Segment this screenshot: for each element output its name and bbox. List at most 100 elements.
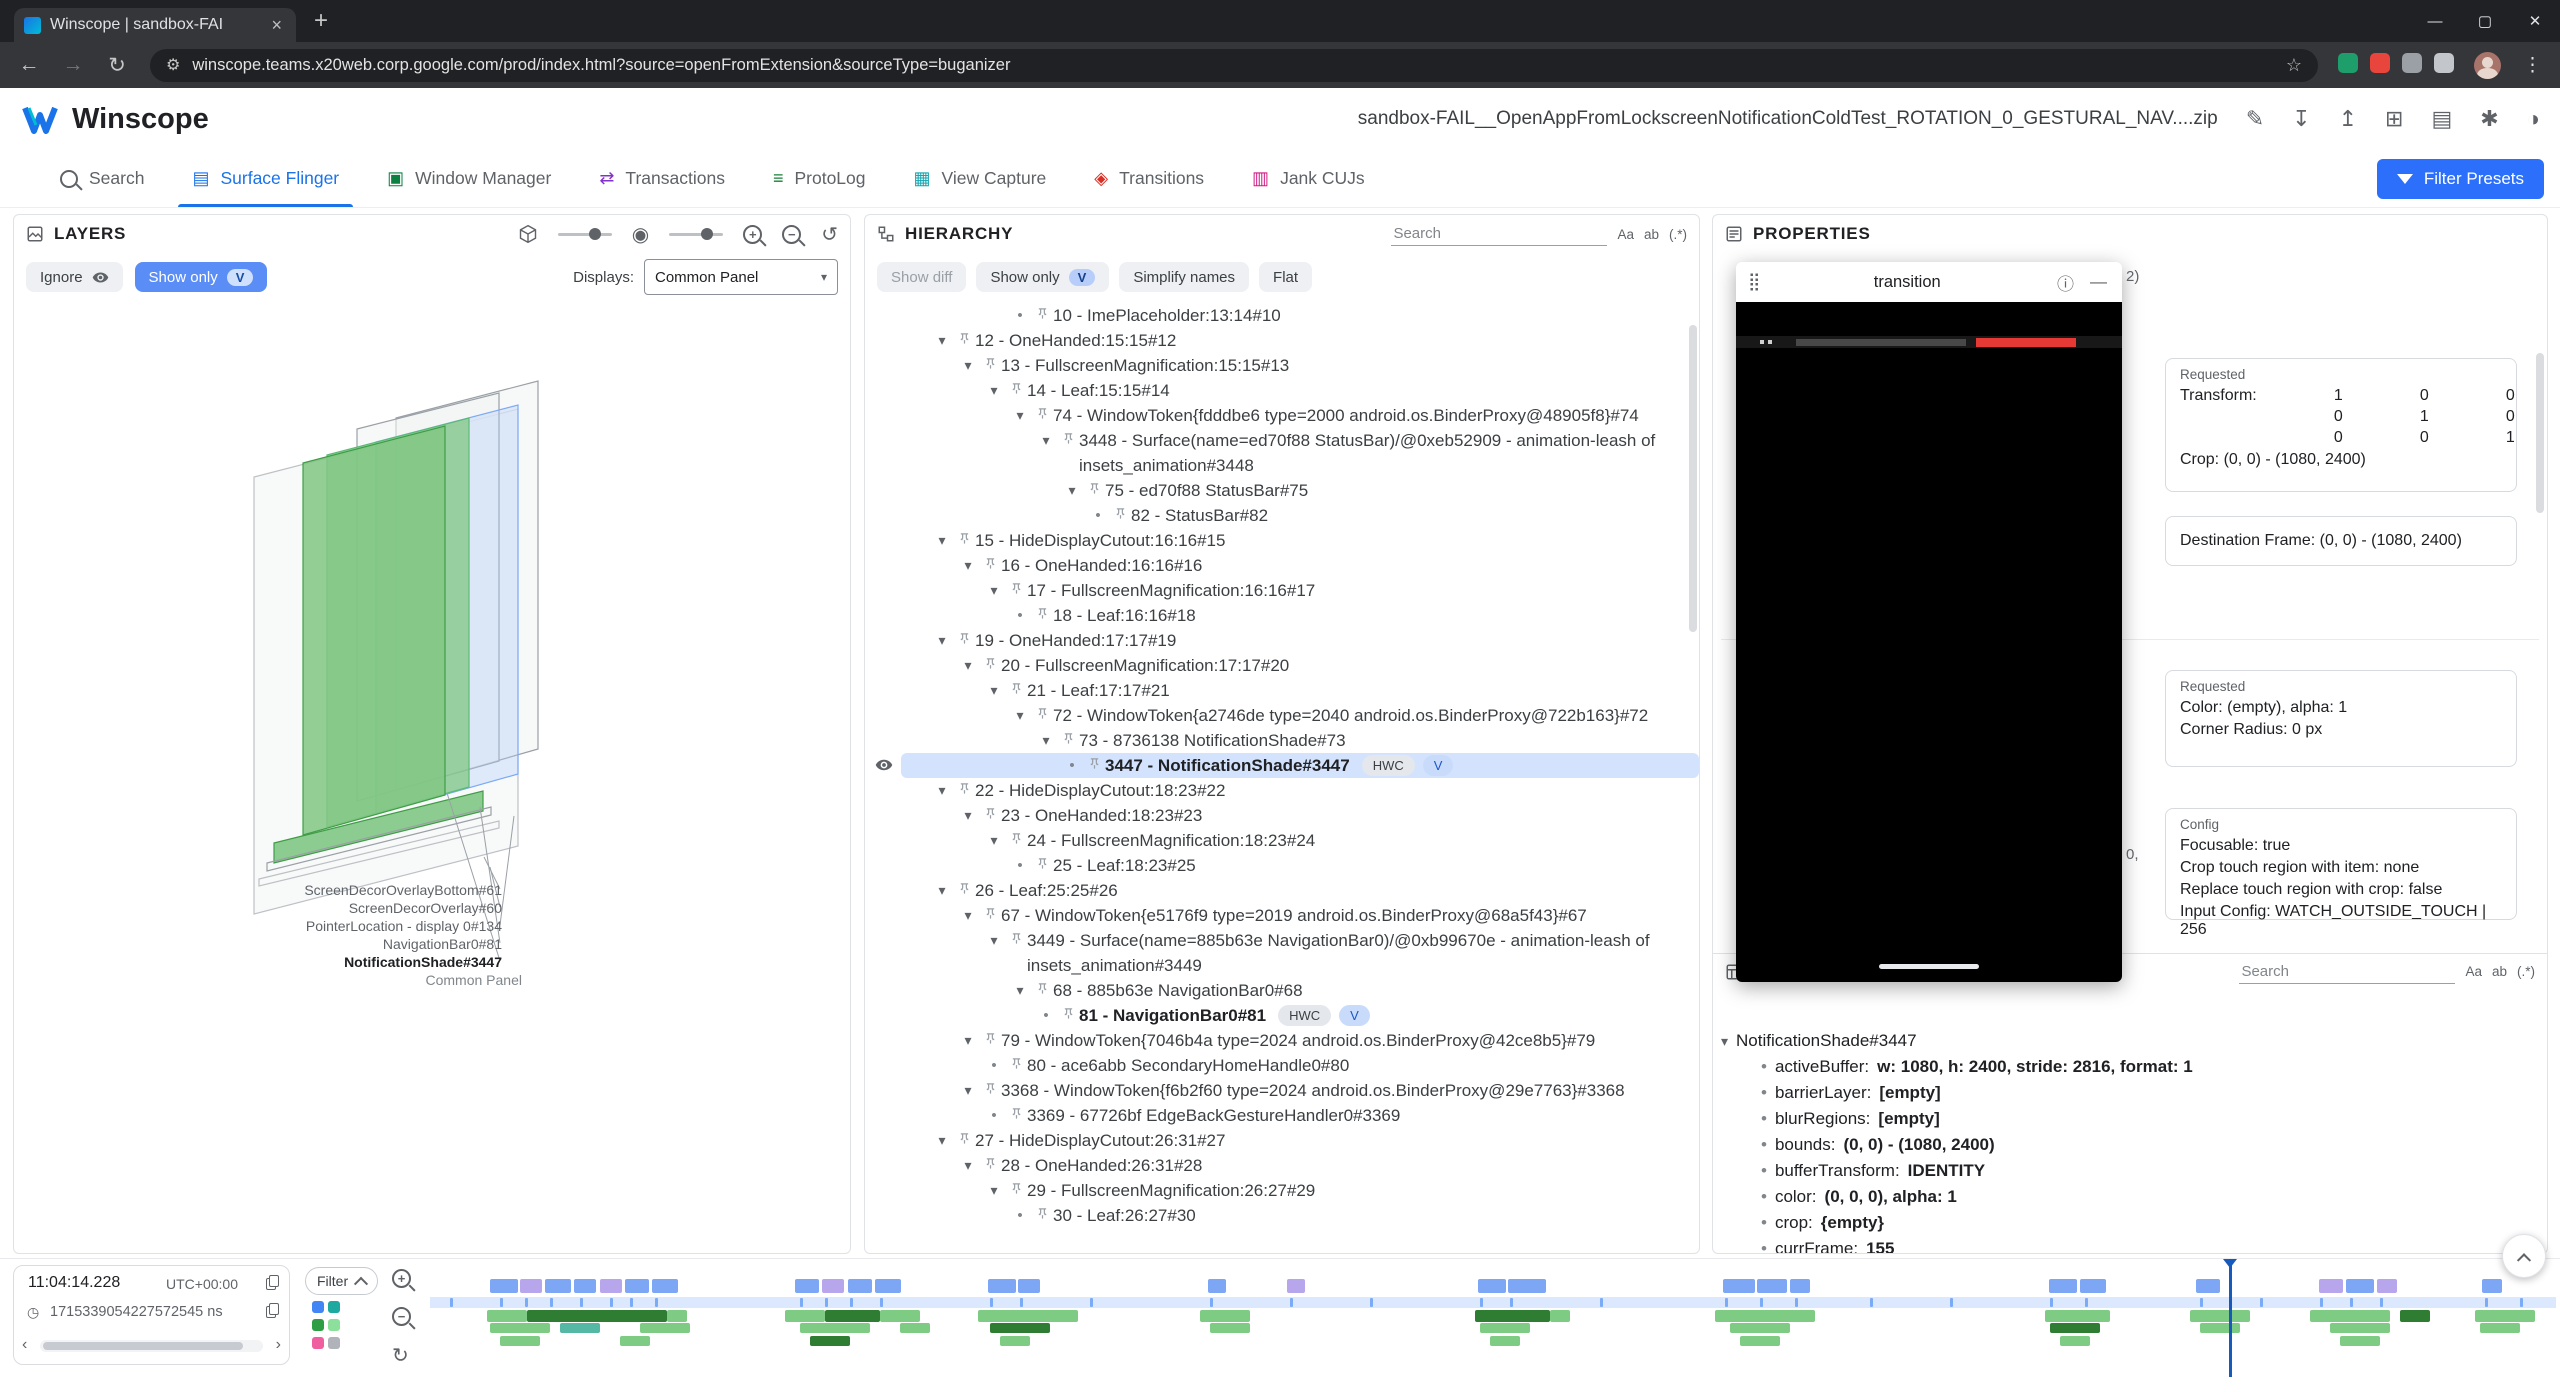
timeline-filter-legend[interactable] <box>312 1319 340 1331</box>
pin-icon[interactable] <box>1083 753 1105 772</box>
expand-icon[interactable]: ▾ <box>983 1178 1005 1203</box>
window-close-icon[interactable]: ✕ <box>2510 12 2560 30</box>
pin-icon[interactable] <box>979 1078 1001 1097</box>
extension-icon-gray[interactable] <box>2402 53 2422 73</box>
tree-node[interactable]: •3447 - NotificationShade#3447HWCV <box>867 753 1699 778</box>
hierarchy-search-input[interactable] <box>1391 222 1607 246</box>
tree-node[interactable]: ▾3368 - WindowToken{f6b2f60 type=2024 an… <box>867 1078 1699 1103</box>
pin-icon[interactable] <box>1031 603 1053 622</box>
tree-node[interactable]: •25 - Leaf:18:23#25 <box>867 853 1699 878</box>
tree-node[interactable]: ▾75 - ed70f88 StatusBar#75 <box>867 478 1699 503</box>
expand-icon[interactable]: ▾ <box>1009 978 1031 1003</box>
tree-node[interactable]: ▾26 - Leaf:25:25#26 <box>867 878 1699 903</box>
filter-presets-button[interactable]: Filter Presets <box>2377 159 2544 199</box>
hierarchy-btn-flat[interactable]: Flat <box>1259 262 1312 292</box>
property-row[interactable]: •currFrame: 155 <box>1721 1236 2539 1253</box>
tree-node[interactable]: ▾22 - HideDisplayCutout:18:23#22 <box>867 778 1699 803</box>
window-maximize-icon[interactable]: ▢ <box>2460 12 2510 30</box>
download-icon[interactable]: ↧ <box>2292 106 2310 132</box>
expand-icon[interactable]: ▾ <box>1035 428 1057 453</box>
expand-icon[interactable]: ▾ <box>957 653 979 678</box>
pin-icon[interactable] <box>979 1153 1001 1172</box>
tab-view-capture[interactable]: ▦View Capture <box>890 150 1071 207</box>
expand-icon[interactable]: ▾ <box>931 328 953 353</box>
expand-icon[interactable]: ▾ <box>957 1153 979 1178</box>
tab-protolog[interactable]: ≡ProtoLog <box>749 150 890 207</box>
ignore-toggle[interactable]: Ignore <box>26 262 123 292</box>
property-row[interactable]: •blurRegions: [empty] <box>1721 1106 2539 1132</box>
properties-search-input[interactable] <box>2239 960 2455 984</box>
layers-3d-canvas[interactable]: ScreenDecorOverlayBottom#61ScreenDecorOv… <box>14 301 850 1253</box>
tree-node[interactable]: ▾23 - OneHanded:18:23#23 <box>867 803 1699 828</box>
pin-icon[interactable] <box>953 628 975 647</box>
scrollbar-thumb[interactable] <box>43 1342 243 1350</box>
tree-node[interactable]: ▾19 - OneHanded:17:17#19 <box>867 628 1699 653</box>
url-text[interactable]: winscope.teams.x20web.corp.google.com/pr… <box>192 56 2274 75</box>
timeline-cursor-marker[interactable] <box>2223 1259 2237 1268</box>
pin-icon[interactable] <box>979 653 1001 672</box>
expand-icon[interactable]: ▾ <box>1009 703 1031 728</box>
extensions-puzzle-icon[interactable] <box>2434 53 2454 73</box>
layer-label[interactable]: ScreenDecorOverlay#60 <box>154 899 502 917</box>
tree-node[interactable]: ▾15 - HideDisplayCutout:16:16#15 <box>867 528 1699 553</box>
tree-node[interactable]: ▾28 - OneHanded:26:31#28 <box>867 1153 1699 1178</box>
pin-icon[interactable] <box>979 1028 1001 1047</box>
pin-icon[interactable] <box>1005 678 1027 697</box>
extension-icon-green[interactable] <box>2338 53 2358 73</box>
collapse-timeline-button[interactable] <box>2502 1234 2546 1278</box>
window-titlebar[interactable]: ⣿ transition ⓘ — <box>1736 262 2122 302</box>
tree-node[interactable]: •82 - StatusBar#82 <box>867 503 1699 528</box>
layer-label[interactable]: NotificationShade#3447 <box>154 953 502 971</box>
scroll-right-icon[interactable]: › <box>276 1336 281 1354</box>
timeline-filter-button[interactable]: Filter <box>305 1267 378 1295</box>
tree-node[interactable]: •18 - Leaf:16:16#18 <box>867 603 1699 628</box>
timeline-scrollbar[interactable] <box>40 1340 263 1352</box>
tree-node[interactable]: •81 - NavigationBar0#81HWCV <box>867 1003 1699 1028</box>
pin-icon[interactable] <box>1057 1003 1079 1022</box>
tab-search[interactable]: Search <box>36 150 168 207</box>
dark-mode-icon[interactable]: ◑ <box>2527 106 2540 132</box>
expand-icon[interactable]: ▾ <box>931 528 953 553</box>
visibility-icon[interactable] <box>867 753 901 774</box>
expand-icon[interactable]: ▾ <box>983 678 1005 703</box>
expand-icon[interactable]: ▾ <box>931 778 953 803</box>
tree-node[interactable]: ▾29 - FullscreenMagnification:26:27#29 <box>867 1178 1699 1203</box>
pin-icon[interactable] <box>1005 578 1027 597</box>
pin-icon[interactable] <box>1031 978 1053 997</box>
pin-icon[interactable] <box>1031 303 1053 322</box>
tree-node[interactable]: •80 - ace6abb SecondaryHomeHandle0#80 <box>867 1053 1699 1078</box>
expand-icon[interactable]: ▾ <box>957 1078 979 1103</box>
property-row[interactable]: •crop: {empty} <box>1721 1210 2539 1236</box>
copy-icon[interactable] <box>266 1303 279 1318</box>
url-bar[interactable]: ⚙ winscope.teams.x20web.corp.google.com/… <box>150 49 2318 82</box>
timeline-cursor[interactable] <box>2229 1259 2232 1377</box>
tree-node[interactable]: ▾27 - HideDisplayCutout:26:31#27 <box>867 1128 1699 1153</box>
pin-icon[interactable] <box>953 778 975 797</box>
expand-icon[interactable]: ▾ <box>1035 728 1057 753</box>
tree-node[interactable]: ▾73 - 8736138 NotificationShade#73 <box>867 728 1699 753</box>
layer-label[interactable]: NavigationBar0#81 <box>154 935 502 953</box>
pin-icon[interactable] <box>1031 403 1053 422</box>
expand-icon[interactable]: ▾ <box>983 578 1005 603</box>
expand-icon[interactable]: ▾ <box>957 553 979 578</box>
pin-icon[interactable] <box>979 353 1001 372</box>
tree-node[interactable]: ▾68 - 885b63e NavigationBar0#68 <box>867 978 1699 1003</box>
rotation-slider[interactable] <box>558 233 612 236</box>
tree-node[interactable]: •30 - Leaf:26:27#30 <box>867 1203 1699 1228</box>
tree-node[interactable]: •3369 - 67726bf EdgeBackGestureHandler0#… <box>867 1103 1699 1128</box>
tree-node[interactable]: ▾21 - Leaf:17:17#21 <box>867 678 1699 703</box>
docs-icon[interactable]: ▤ <box>2431 106 2452 132</box>
timeline-filter-legend[interactable] <box>312 1301 340 1313</box>
match-case-toggle[interactable]: Aa <box>2465 964 2482 979</box>
reset-view-icon[interactable]: ↺ <box>821 222 838 247</box>
expand-icon[interactable]: ▾ <box>957 353 979 378</box>
new-tab-button[interactable]: + <box>306 7 336 35</box>
edit-icon[interactable]: ✎ <box>2246 106 2264 132</box>
tree-node[interactable]: ▾12 - OneHanded:15:15#12 <box>867 328 1699 353</box>
reload-button[interactable]: ↻ <box>98 53 136 78</box>
bug-report-icon[interactable]: ✱ <box>2480 106 2498 132</box>
pin-icon[interactable] <box>1083 478 1105 497</box>
tree-node[interactable]: ▾20 - FullscreenMagnification:17:17#20 <box>867 653 1699 678</box>
tab-transitions[interactable]: ◈Transitions <box>1070 150 1228 207</box>
properties-root-node[interactable]: ▾NotificationShade#3447 <box>1721 1028 2539 1054</box>
